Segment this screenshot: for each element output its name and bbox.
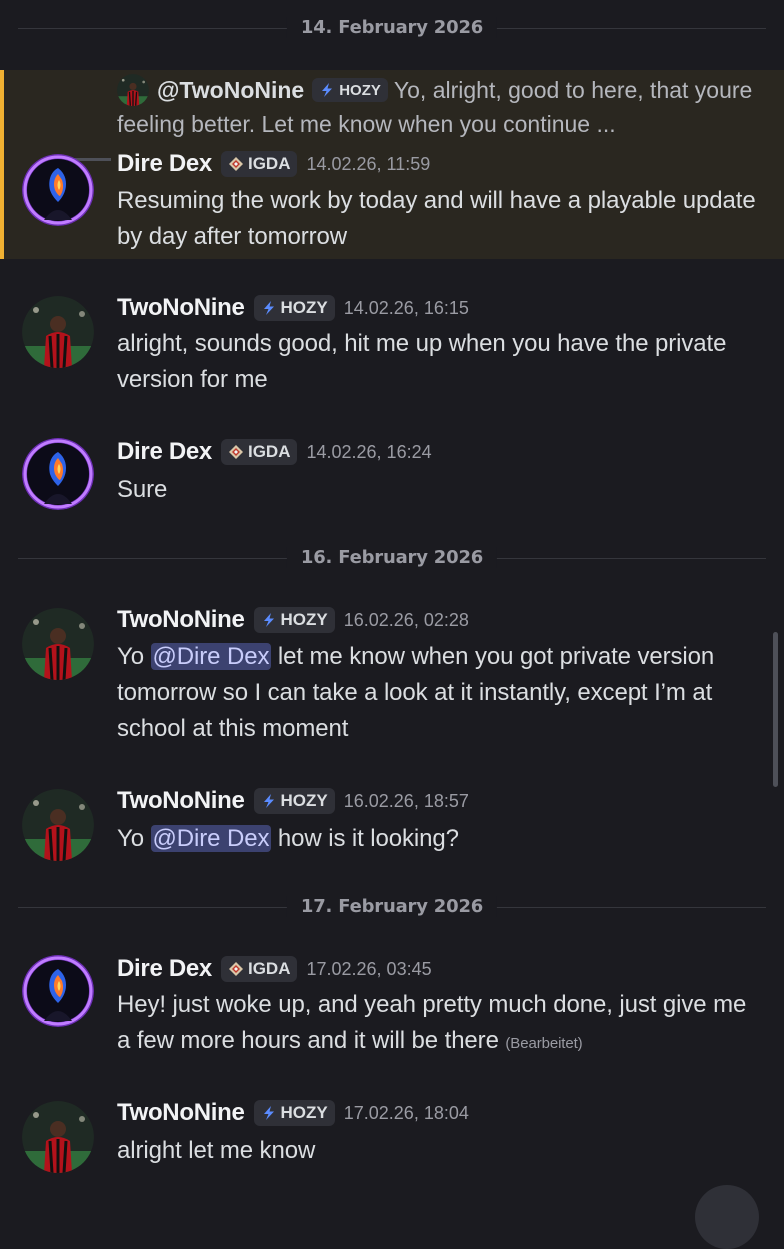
timestamp: 16.02.26, 02:28 bbox=[343, 609, 469, 630]
reply-avatar bbox=[117, 74, 149, 106]
timestamp: 17.02.26, 03:45 bbox=[306, 958, 432, 979]
hozy-bolt-icon bbox=[261, 300, 277, 316]
dire-dex-avatar bbox=[22, 955, 94, 1027]
message-content: Resuming the work by today and will have… bbox=[117, 187, 756, 250]
avatar[interactable] bbox=[22, 296, 94, 368]
author-name[interactable]: TwoNoNine bbox=[117, 294, 245, 322]
guild-tag-label: HOZY bbox=[280, 1103, 328, 1122]
message-content: alright, sounds good, hit me up when you… bbox=[117, 330, 727, 393]
author-name[interactable]: Dire Dex bbox=[117, 955, 212, 983]
guild-tag[interactable]: IGDA bbox=[220, 439, 298, 465]
guild-tag-label: HOZY bbox=[280, 610, 328, 629]
guild-tag-label: HOZY bbox=[280, 791, 328, 810]
message-header: Dire Dex IGDA 14.02.26, 11:59 bbox=[117, 150, 430, 178]
hozy-bolt-icon bbox=[261, 612, 277, 628]
guild-tag[interactable]: IGDA bbox=[220, 956, 298, 982]
message-text: Hey! just woke up, and yeah pretty much … bbox=[117, 991, 747, 1054]
igda-diamond-icon bbox=[228, 961, 244, 977]
author-name[interactable]: Dire Dex bbox=[117, 150, 212, 178]
dire-dex-avatar bbox=[22, 154, 94, 226]
highlight-bar bbox=[0, 70, 4, 259]
guild-tag[interactable]: HOZY bbox=[253, 607, 335, 633]
user-mention[interactable]: @Dire Dex bbox=[150, 825, 272, 852]
message-content: Sure bbox=[117, 476, 168, 503]
twononine-avatar bbox=[22, 608, 94, 680]
guild-tag-label: IGDA bbox=[247, 959, 291, 978]
message-content: alright let me know bbox=[117, 1137, 316, 1164]
date-divider-label: 14. February 2026 bbox=[286, 17, 498, 38]
author-name[interactable]: Dire Dex bbox=[117, 438, 212, 466]
message-header: TwoNoNine HOZY 16.02.26, 18:57 bbox=[117, 787, 469, 815]
avatar[interactable] bbox=[22, 438, 94, 510]
guild-tag[interactable]: HOZY bbox=[253, 1100, 335, 1126]
timestamp: 14.02.26, 16:15 bbox=[343, 297, 469, 318]
dire-dex-avatar bbox=[22, 438, 94, 510]
date-divider: 14. February 2026 bbox=[18, 17, 766, 38]
reply-tag: HOZY bbox=[312, 78, 388, 102]
date-divider-label: 16. February 2026 bbox=[286, 547, 498, 568]
guild-tag[interactable]: IGDA bbox=[220, 151, 298, 177]
hozy-bolt-icon bbox=[261, 793, 277, 809]
message-text: Yo bbox=[117, 825, 151, 852]
hozy-bolt-icon bbox=[261, 1105, 277, 1121]
timestamp: 17.02.26, 18:04 bbox=[343, 1102, 469, 1123]
hozy-bolt-icon bbox=[319, 82, 335, 98]
message-header: Dire Dex IGDA 14.02.26, 16:24 bbox=[117, 438, 432, 466]
reply-preview[interactable]: @TwoNoNine HOZY Yo, alright, good to here,… bbox=[117, 74, 762, 141]
reply-tag-label: HOZY bbox=[339, 81, 381, 99]
message-header: TwoNoNine HOZY 17.02.26, 18:04 bbox=[117, 1099, 469, 1127]
avatar[interactable] bbox=[22, 154, 94, 226]
message-header: Dire Dex IGDA 17.02.26, 03:45 bbox=[117, 955, 432, 983]
avatar[interactable] bbox=[22, 955, 94, 1027]
date-divider: 17. February 2026 bbox=[18, 896, 766, 917]
user-mention[interactable]: @Dire Dex bbox=[150, 643, 272, 670]
message-header: TwoNoNine HOZY 14.02.26, 16:15 bbox=[117, 294, 469, 322]
message-content: Hey! just woke up, and yeah pretty much … bbox=[117, 987, 762, 1062]
timestamp: 14.02.26, 16:24 bbox=[306, 441, 432, 462]
guild-tag-label: IGDA bbox=[247, 442, 291, 461]
message-content: Yo @Dire Dex let me know when you got pr… bbox=[117, 639, 762, 747]
message-text: how is it looking? bbox=[271, 825, 459, 852]
guild-tag[interactable]: HOZY bbox=[253, 788, 335, 814]
message-text: Yo bbox=[117, 643, 151, 670]
avatar[interactable] bbox=[22, 789, 94, 861]
igda-diamond-icon bbox=[228, 156, 244, 172]
author-name[interactable]: TwoNoNine bbox=[117, 787, 245, 815]
scrollbar[interactable] bbox=[773, 632, 778, 787]
message-content: Yo @Dire Dex how is it looking? bbox=[117, 821, 762, 857]
guild-tag[interactable]: HOZY bbox=[253, 295, 335, 321]
twononine-avatar bbox=[22, 296, 94, 368]
author-name[interactable]: TwoNoNine bbox=[117, 606, 245, 634]
guild-tag-label: IGDA bbox=[247, 154, 291, 173]
twononine-avatar bbox=[22, 789, 94, 861]
highlighted-message[interactable]: @TwoNoNine HOZY Yo, alright, good to here,… bbox=[0, 70, 784, 259]
twononine-avatar bbox=[22, 1101, 94, 1173]
date-divider: 16. February 2026 bbox=[18, 547, 766, 568]
timestamp: 14.02.26, 11:59 bbox=[306, 153, 431, 174]
date-divider-label: 17. February 2026 bbox=[286, 896, 498, 917]
igda-diamond-icon bbox=[228, 444, 244, 460]
avatar[interactable] bbox=[22, 608, 94, 680]
guild-tag-label: HOZY bbox=[280, 298, 328, 317]
author-name[interactable]: TwoNoNine bbox=[117, 1099, 245, 1127]
reply-author[interactable]: @TwoNoNine bbox=[157, 77, 304, 103]
jump-to-present-button[interactable] bbox=[695, 1185, 759, 1249]
message-header: TwoNoNine HOZY 16.02.26, 02:28 bbox=[117, 606, 469, 634]
edited-label: (Bearbeitet) bbox=[505, 1035, 583, 1052]
avatar[interactable] bbox=[22, 1101, 94, 1173]
timestamp: 16.02.26, 18:57 bbox=[343, 790, 469, 811]
